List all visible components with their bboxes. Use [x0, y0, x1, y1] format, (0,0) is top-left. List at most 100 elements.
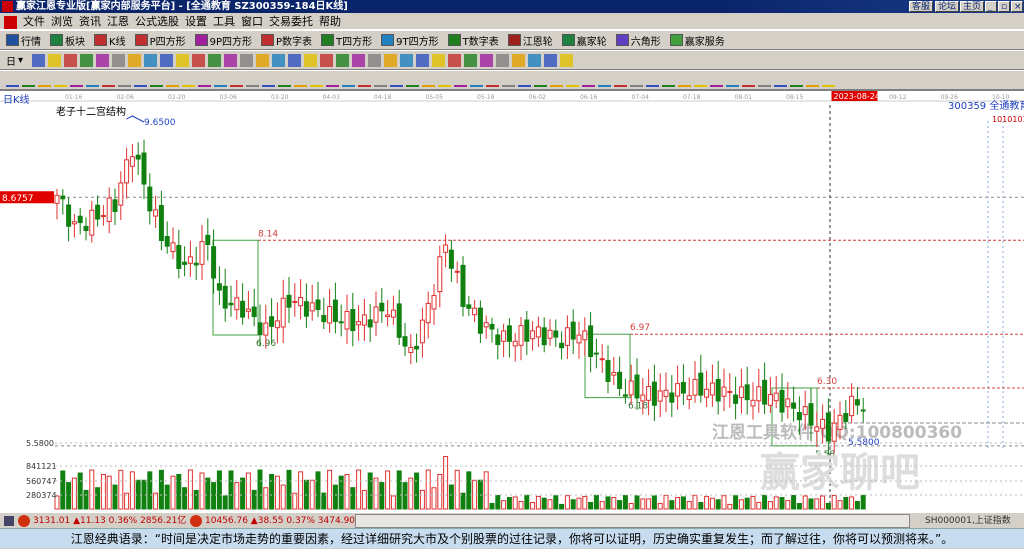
chart-tool-icon[interactable]: [224, 53, 238, 67]
menu-5[interactable]: 设置: [185, 15, 207, 28]
drawing-tool-icon[interactable]: [726, 73, 739, 87]
drawing-tool-icon[interactable]: [646, 73, 659, 87]
chart-tool-icon[interactable]: [240, 53, 254, 67]
chart-tool-icon[interactable]: [480, 53, 494, 67]
chart-tool-icon[interactable]: [448, 53, 462, 67]
chart-tool-icon[interactable]: [464, 53, 478, 67]
drawing-tool-icon[interactable]: [214, 73, 227, 87]
drawing-tool-icon[interactable]: [822, 73, 835, 87]
drawing-tool-icon[interactable]: [310, 73, 323, 87]
drawing-tool-icon[interactable]: [518, 73, 531, 87]
drawing-tool-icon[interactable]: [710, 73, 723, 87]
chart-tool-icon[interactable]: [192, 53, 206, 67]
chart-tool-icon[interactable]: [496, 53, 510, 67]
drawing-tool-icon[interactable]: [70, 73, 83, 87]
chart-tool-icon[interactable]: [544, 53, 558, 67]
chart-tool-icon[interactable]: [400, 53, 414, 67]
drawing-tool-icon[interactable]: [22, 73, 35, 87]
chart-tool-icon[interactable]: [80, 53, 94, 67]
drawing-tool-icon[interactable]: [38, 73, 51, 87]
toolbar-button-4[interactable]: 9P四方形: [194, 33, 252, 48]
drawing-tool-icon[interactable]: [294, 73, 307, 87]
toolbar-button-9[interactable]: 江恩轮: [507, 33, 553, 48]
toolbar-button-2[interactable]: K线: [94, 33, 126, 48]
menu-3[interactable]: 江恩: [107, 15, 129, 28]
chart-tool-icon[interactable]: [384, 53, 398, 67]
drawing-tool-icon[interactable]: [790, 73, 803, 87]
drawing-tool-icon[interactable]: [374, 73, 387, 87]
drawing-tool-icon[interactable]: [166, 73, 179, 87]
drawing-tool-icon[interactable]: [230, 73, 243, 87]
toolbar-button-5[interactable]: P数字表: [261, 33, 312, 48]
chart-tool-icon[interactable]: [208, 53, 222, 67]
minimize-button[interactable]: _: [985, 1, 997, 12]
link-home[interactable]: 主页: [960, 1, 985, 12]
drawing-tool-icon[interactable]: [598, 73, 611, 87]
drawing-tool-icon[interactable]: [150, 73, 163, 87]
drawing-tool-icon[interactable]: [630, 73, 643, 87]
chart-canvas[interactable]: 01-16 02-06 02-20 03-06 03-20 04-03 04-18 05-05…: [0, 91, 1024, 513]
menu-7[interactable]: 窗口: [241, 15, 263, 28]
chart-tool-icon[interactable]: [144, 53, 158, 67]
toolbar-button-8[interactable]: T数字表: [447, 33, 499, 48]
drawing-tool-icon[interactable]: [550, 73, 563, 87]
menu-2[interactable]: 资讯: [79, 15, 101, 28]
menu-9[interactable]: 帮助: [319, 15, 341, 28]
drawing-tool-icon[interactable]: [406, 73, 419, 87]
chart-tool-icon[interactable]: [128, 53, 142, 67]
drawing-tool-icon[interactable]: [86, 73, 99, 87]
menu-6[interactable]: 工具: [213, 15, 235, 28]
drawing-tool-icon[interactable]: [534, 73, 547, 87]
drawing-tool-icon[interactable]: [742, 73, 755, 87]
chart-tool-icon[interactable]: [272, 53, 286, 67]
menu-8[interactable]: 交易委托: [269, 15, 313, 28]
chart-tool-icon[interactable]: [160, 53, 174, 67]
chart-tool-icon[interactable]: [32, 53, 46, 67]
link-forum[interactable]: 论坛: [935, 1, 960, 12]
drawing-tool-icon[interactable]: [486, 73, 499, 87]
drawing-tool-icon[interactable]: [694, 73, 707, 87]
drawing-tool-icon[interactable]: [614, 73, 627, 87]
drawing-tool-icon[interactable]: [326, 73, 339, 87]
chart-tool-icon[interactable]: [48, 53, 62, 67]
chart-tool-icon[interactable]: [256, 53, 270, 67]
drawing-tool-icon[interactable]: [118, 73, 131, 87]
drawing-tool-icon[interactable]: [278, 73, 291, 87]
kline-chart[interactable]: 01-16 02-06 02-20 03-06 03-20 04-03 04-18 05-05…: [0, 90, 1024, 512]
drawing-tool-icon[interactable]: [678, 73, 691, 87]
chart-tool-icon[interactable]: [176, 53, 190, 67]
drawing-tool-icon[interactable]: [774, 73, 787, 87]
drawing-tool-icon[interactable]: [246, 73, 259, 87]
chart-tool-icon[interactable]: [512, 53, 526, 67]
toolbar-button-0[interactable]: 行情: [6, 33, 41, 48]
period-dropdown[interactable]: 日 ▾: [6, 53, 23, 68]
toolbar-button-3[interactable]: P四方形: [134, 33, 186, 48]
drawing-tool-icon[interactable]: [470, 73, 483, 87]
drawing-tool-icon[interactable]: [454, 73, 467, 87]
toolbar-button-10[interactable]: 赢家轮: [561, 33, 607, 48]
chart-tool-icon[interactable]: [528, 53, 542, 67]
chart-tool-icon[interactable]: [112, 53, 126, 67]
toolbar-button-7[interactable]: 9T四方形: [381, 33, 439, 48]
menu-0[interactable]: 文件: [23, 15, 45, 28]
drawing-tool-icon[interactable]: [134, 73, 147, 87]
chart-tool-icon[interactable]: [352, 53, 366, 67]
chart-tool-icon[interactable]: [64, 53, 78, 67]
chart-tool-icon[interactable]: [336, 53, 350, 67]
toolbar-button-1[interactable]: 板块: [50, 33, 85, 48]
chart-tool-icon[interactable]: [96, 53, 110, 67]
app-menu-icon[interactable]: [4, 15, 17, 29]
chart-tool-icon[interactable]: [288, 53, 302, 67]
drawing-tool-icon[interactable]: [262, 73, 275, 87]
drawing-tool-icon[interactable]: [342, 73, 355, 87]
toolbar-button-12[interactable]: 赢家服务: [669, 33, 725, 48]
restore-button[interactable]: ▫: [998, 1, 1010, 12]
chart-tool-icon[interactable]: [416, 53, 430, 67]
drawing-tool-icon[interactable]: [198, 73, 211, 87]
link-service[interactable]: 客服: [909, 1, 934, 12]
drawing-tool-icon[interactable]: [6, 73, 19, 87]
index-selector[interactable]: SH000001,上证指数: [925, 513, 1011, 529]
toolbar-button-11[interactable]: 六角形: [615, 33, 661, 48]
drawing-tool-icon[interactable]: [422, 73, 435, 87]
close-button[interactable]: ×: [1011, 1, 1023, 12]
